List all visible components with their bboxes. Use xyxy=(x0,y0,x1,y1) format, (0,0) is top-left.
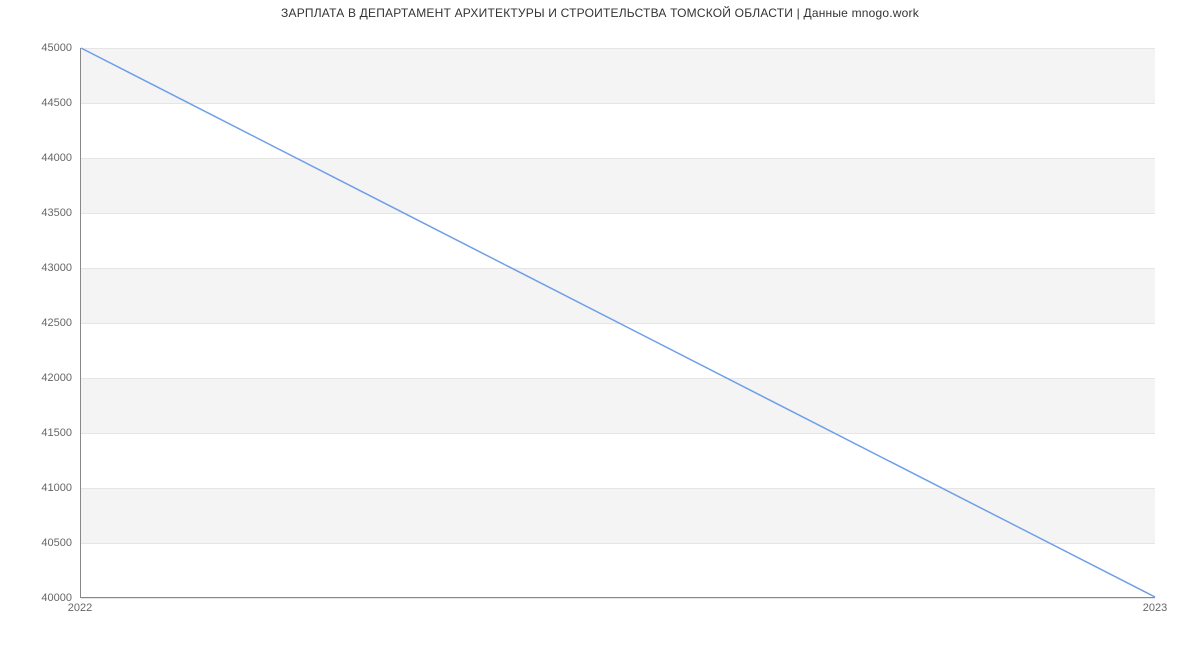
y-tick-label: 42500 xyxy=(12,317,72,329)
y-tick-label: 43000 xyxy=(12,262,72,274)
y-tick-label: 44500 xyxy=(12,97,72,109)
y-tick-label: 45000 xyxy=(12,42,72,54)
chart-title: ЗАРПЛАТА В ДЕПАРТАМЕНТ АРХИТЕКТУРЫ И СТР… xyxy=(0,6,1200,20)
x-tick-label: 2023 xyxy=(1143,602,1167,614)
line-series xyxy=(81,48,1155,597)
x-tick-label: 2022 xyxy=(68,602,92,614)
plot-area xyxy=(80,48,1155,598)
y-tick-label: 41500 xyxy=(12,427,72,439)
gridline xyxy=(81,598,1155,599)
y-tick-label: 41000 xyxy=(12,482,72,494)
y-tick-label: 44000 xyxy=(12,152,72,164)
y-tick-label: 42000 xyxy=(12,372,72,384)
y-tick-label: 40000 xyxy=(12,592,72,604)
y-tick-label: 40500 xyxy=(12,537,72,549)
y-tick-label: 43500 xyxy=(12,207,72,219)
chart: ЗАРПЛАТА В ДЕПАРТАМЕНТ АРХИТЕКТУРЫ И СТР… xyxy=(0,0,1200,650)
